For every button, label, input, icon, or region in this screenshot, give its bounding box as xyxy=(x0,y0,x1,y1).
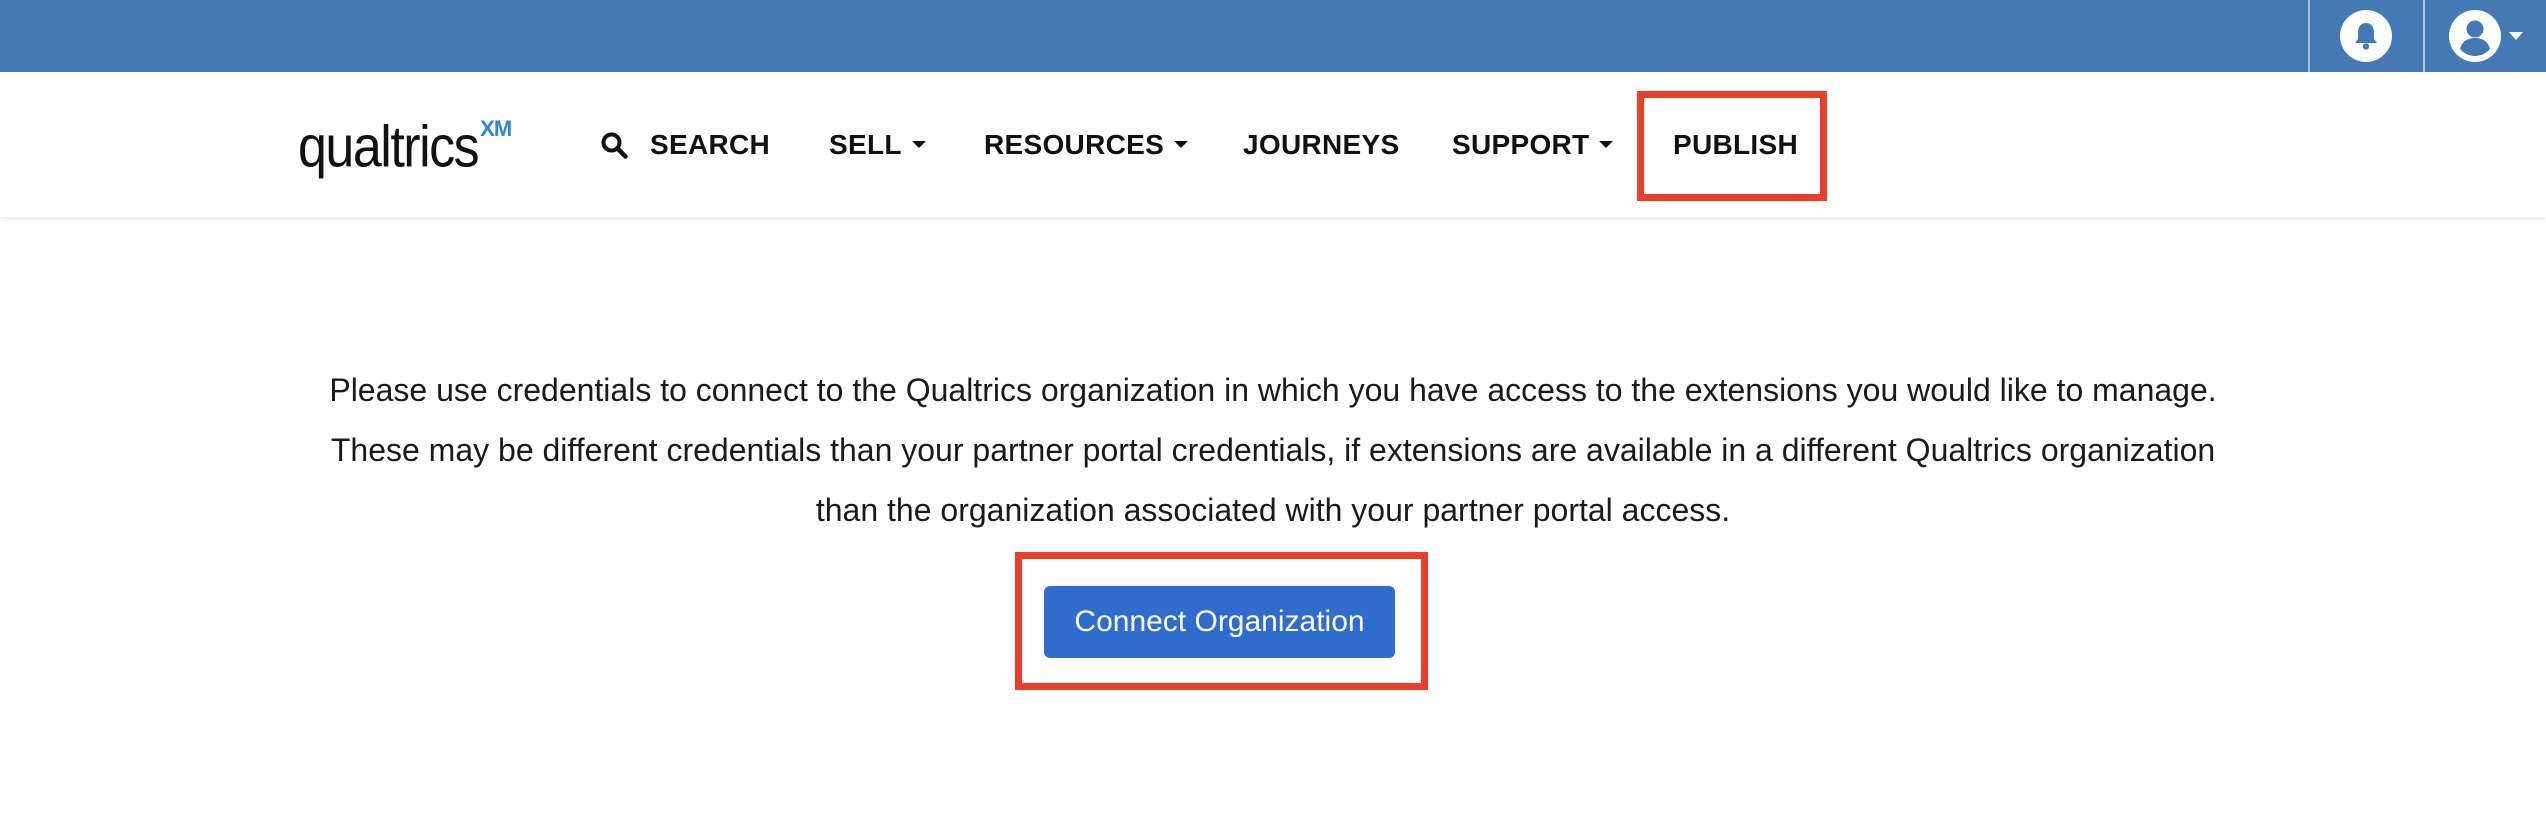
chevron-down-icon xyxy=(1174,141,1189,148)
nav-journeys[interactable]: JOURNEYS xyxy=(1243,72,1399,217)
bell-icon xyxy=(2340,10,2392,62)
nav-publish-label: PUBLISH xyxy=(1673,128,1798,160)
nav-journeys-label: JOURNEYS xyxy=(1243,128,1400,160)
instruction-line: than the organization associated with yo… xyxy=(815,492,1731,528)
chevron-down-icon xyxy=(2509,32,2523,40)
nav-sell-label: SELL xyxy=(829,128,902,160)
instruction-line: Please use credentials to connect to the… xyxy=(329,372,2217,408)
nav-resources-label: RESOURCES xyxy=(984,128,1165,160)
user-circle-icon xyxy=(2449,10,2501,62)
top-bar-divider xyxy=(2308,0,2310,72)
nav-support[interactable]: SUPPORT xyxy=(1452,72,1614,217)
nav-resources[interactable]: RESOURCES xyxy=(984,72,1189,217)
top-bar-divider xyxy=(2423,0,2425,72)
nav-support-label: SUPPORT xyxy=(1452,128,1590,160)
chevron-down-icon xyxy=(1599,141,1614,148)
nav-sell[interactable]: SELL xyxy=(829,72,926,217)
connect-instructions: Please use credentials to connect to the… xyxy=(0,360,2546,540)
main-navigation: qualtrics XM SEARCH SELL RESOURCES JOURN… xyxy=(0,72,2546,217)
top-bar xyxy=(0,0,2546,72)
nav-publish[interactable]: PUBLISH xyxy=(1673,72,1798,217)
account-menu-button[interactable] xyxy=(2449,10,2523,62)
notifications-button[interactable] xyxy=(2340,10,2392,62)
nav-search[interactable]: SEARCH xyxy=(600,72,770,217)
instruction-line: These may be different credentials than … xyxy=(330,432,2216,468)
qualtrics-logo[interactable]: qualtrics XM xyxy=(298,114,512,184)
logo-xm-mark: XM xyxy=(480,116,512,141)
nav-search-label: SEARCH xyxy=(650,128,771,160)
connect-organization-button[interactable]: Connect Organization xyxy=(1044,586,1395,658)
chevron-down-icon xyxy=(911,141,926,148)
logo-wordmark: qualtrics xyxy=(298,115,480,181)
search-icon xyxy=(600,131,628,159)
